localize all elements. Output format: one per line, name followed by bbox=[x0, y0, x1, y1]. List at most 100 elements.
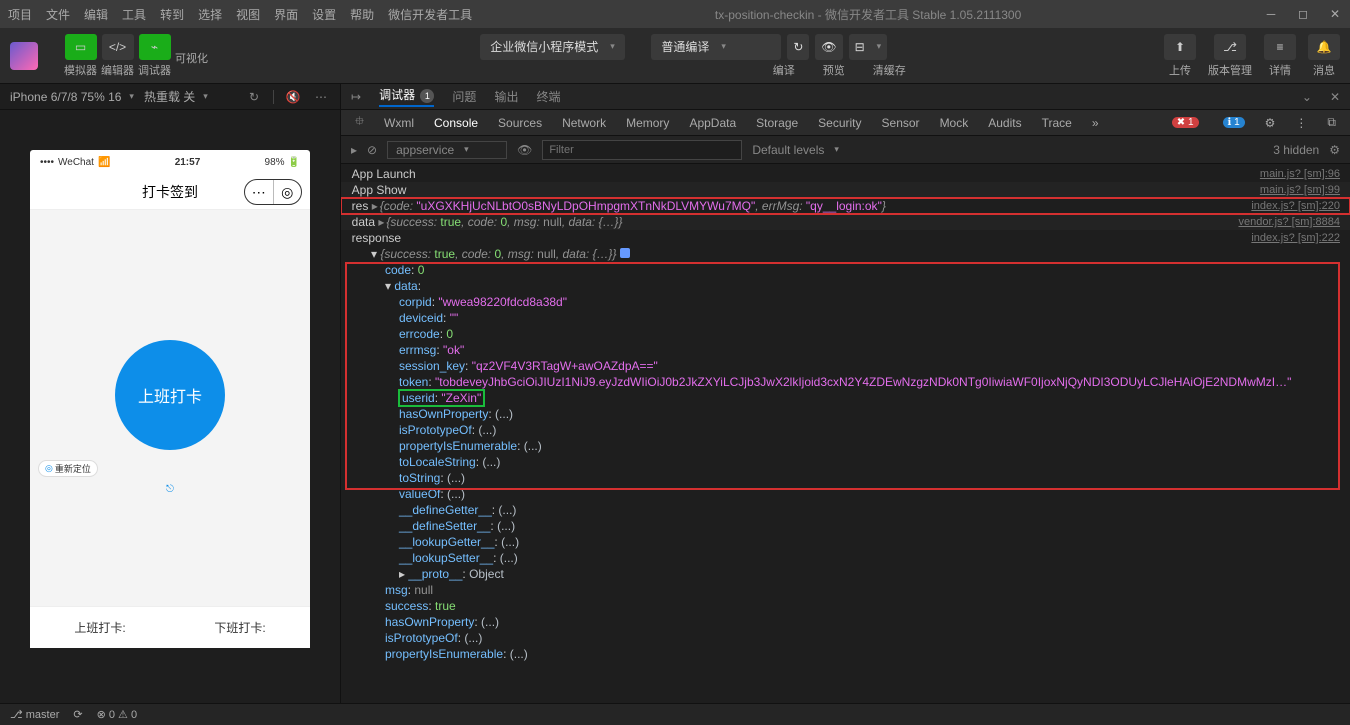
refresh-icon[interactable]: ↻ bbox=[245, 88, 263, 106]
device-select[interactable]: iPhone 6/7/8 75% 16 bbox=[10, 90, 134, 104]
tab-sensor[interactable]: Sensor bbox=[882, 116, 920, 130]
app-title: tx-position-checkin - 微信开发者工具 Stable 1.0… bbox=[472, 6, 1264, 23]
sync-icon[interactable]: ⟳ bbox=[73, 708, 82, 721]
simulator-button[interactable]: ▭模拟器 bbox=[64, 34, 97, 78]
mute-icon[interactable]: 🔇 bbox=[284, 88, 302, 106]
statusbar: ⎇ master ⟳ ⊗ 0 ⚠ 0 bbox=[0, 703, 1350, 725]
phone-time: 21:57 bbox=[110, 157, 264, 168]
tab-appdata[interactable]: AppData bbox=[689, 116, 736, 130]
menu-tool[interactable]: 工具 bbox=[122, 6, 146, 23]
menu-file[interactable]: 文件 bbox=[46, 6, 70, 23]
maximize-icon[interactable]: ◻ bbox=[1296, 7, 1310, 21]
phone-simulator: ••••WeChat📶 21:57 98%🔋 打卡签到 ⋯◎ ◎重新定位 上班打… bbox=[30, 150, 310, 648]
source-link[interactable]: main.js? [sm]:99 bbox=[1250, 182, 1340, 198]
carrier-label: WeChat bbox=[58, 157, 94, 168]
inspect-icon[interactable]: ⯐ bbox=[355, 112, 364, 133]
minimize-icon[interactable]: ─ bbox=[1264, 7, 1278, 21]
compile-button[interactable]: ↻ bbox=[787, 34, 809, 60]
capsule-more-icon[interactable]: ⋯ bbox=[245, 180, 274, 204]
error-warn-indicator[interactable]: ⊗ 0 ⚠ 0 bbox=[97, 708, 138, 721]
message-button[interactable]: 🔔消息 bbox=[1308, 34, 1340, 78]
menu-bar: 项目 文件 编辑 工具 转到 选择 视图 界面 设置 帮助 微信开发者工具 bbox=[8, 6, 472, 23]
main-toolbar: ▭模拟器 </>编辑器 ⌁调试器 可视化 企业微信小程序模式 普通编译 ↻ 👁 … bbox=[0, 28, 1350, 84]
tab-wxml[interactable]: Wxml bbox=[384, 116, 414, 130]
capsule-button[interactable]: ⋯◎ bbox=[244, 179, 302, 205]
app-logo bbox=[10, 42, 38, 70]
detail-button[interactable]: ≡详情 bbox=[1264, 34, 1296, 78]
kebab-icon[interactable]: ⋮ bbox=[1295, 116, 1307, 130]
panel-close-icon[interactable]: ✕ bbox=[1330, 90, 1340, 104]
version-button[interactable]: ⎇版本管理 bbox=[1208, 34, 1252, 78]
titlebar: 项目 文件 编辑 工具 转到 选择 视图 界面 设置 帮助 微信开发者工具 tx… bbox=[0, 0, 1350, 28]
tab-security[interactable]: Security bbox=[818, 116, 861, 130]
tab-debugger[interactable]: 调试器 1 bbox=[379, 86, 434, 107]
source-link[interactable]: index.js? [sm]:220 bbox=[1241, 198, 1340, 214]
clear-cache-button[interactable]: ⊟ bbox=[849, 34, 888, 60]
debugger-button[interactable]: ⌁调试器 bbox=[138, 34, 171, 78]
tab-mock[interactable]: Mock bbox=[940, 116, 969, 130]
tab-terminal[interactable]: 终端 bbox=[536, 88, 560, 105]
more-icon[interactable]: ⋯ bbox=[312, 88, 330, 106]
menu-settings[interactable]: 设置 bbox=[312, 6, 336, 23]
checkin-button[interactable]: 上班打卡 bbox=[115, 340, 225, 450]
chevron-down-icon[interactable]: ⌄ bbox=[1302, 90, 1312, 104]
relocate-chip[interactable]: ◎重新定位 bbox=[38, 460, 98, 477]
menu-view[interactable]: 视图 bbox=[236, 6, 260, 23]
simulator-panel: iPhone 6/7/8 75% 16 热重载 关 ↻ 🔇 ⋯ ••••WeCh… bbox=[0, 84, 340, 703]
target-icon: ◎ bbox=[45, 463, 53, 474]
tab-console[interactable]: Console bbox=[434, 116, 478, 130]
clear-console-icon[interactable]: ⊘ bbox=[367, 143, 377, 157]
editor-button[interactable]: </>编辑器 bbox=[101, 34, 134, 78]
close-icon[interactable]: ✕ bbox=[1328, 7, 1342, 21]
tab-problems[interactable]: 问题 bbox=[452, 88, 476, 105]
console-settings-icon[interactable]: ⚙ bbox=[1329, 143, 1340, 157]
compile-label: 编译 bbox=[773, 62, 795, 78]
gear-icon[interactable]: ⚙ bbox=[1265, 116, 1276, 130]
tab-output[interactable]: 输出 bbox=[494, 88, 518, 105]
context-select[interactable]: appservice bbox=[387, 141, 507, 159]
tab-audits[interactable]: Audits bbox=[988, 116, 1021, 130]
source-link[interactable]: index.js? [sm]:222 bbox=[1241, 230, 1340, 246]
tab-sources[interactable]: Sources bbox=[498, 116, 542, 130]
tab-memory[interactable]: Memory bbox=[626, 116, 669, 130]
preview-button[interactable]: 👁 bbox=[815, 34, 842, 60]
battery-pct: 98% bbox=[265, 157, 285, 168]
source-link[interactable]: main.js? [sm]:96 bbox=[1250, 166, 1340, 182]
visual-button[interactable]: 可视化 bbox=[175, 34, 208, 66]
userid-highlight: userid: "ZeXin" bbox=[399, 390, 484, 406]
menu-ui[interactable]: 界面 bbox=[274, 6, 298, 23]
mode-select[interactable]: 企业微信小程序模式 bbox=[480, 34, 625, 60]
filter-input[interactable] bbox=[542, 140, 742, 160]
source-link[interactable]: vendor.js? [sm]:8884 bbox=[1228, 214, 1340, 230]
tab-network[interactable]: Network bbox=[562, 116, 606, 130]
upload-button[interactable]: ⬆上传 bbox=[1164, 34, 1196, 78]
off-duty-label: 下班打卡: bbox=[214, 619, 265, 636]
overflow-icon[interactable]: » bbox=[1092, 116, 1099, 130]
battery-icon: 🔋 bbox=[288, 157, 300, 168]
preview-label: 预览 bbox=[823, 62, 845, 78]
menu-help[interactable]: 帮助 bbox=[350, 6, 374, 23]
console-output[interactable]: App Launchmain.js? [sm]:96 App Showmain.… bbox=[341, 164, 1350, 703]
res-log-row[interactable]: res ▸{code: "uXGXKHjUcNLbtO0sBNyLDpOHmpg… bbox=[341, 198, 1350, 214]
step-icon[interactable]: ↦ bbox=[351, 90, 361, 104]
tab-storage[interactable]: Storage bbox=[756, 116, 798, 130]
branch-indicator[interactable]: ⎇ master bbox=[10, 708, 59, 721]
menu-project[interactable]: 项目 bbox=[8, 6, 32, 23]
levels-select[interactable]: Default levels bbox=[752, 143, 839, 157]
hidden-count[interactable]: 3 hidden bbox=[1273, 143, 1319, 157]
menu-goto[interactable]: 转到 bbox=[160, 6, 184, 23]
menu-select[interactable]: 选择 bbox=[198, 6, 222, 23]
menu-edit[interactable]: 编辑 bbox=[84, 6, 108, 23]
eye-icon[interactable]: 👁 bbox=[517, 143, 532, 157]
hot-reload-select[interactable]: 热重载 关 bbox=[144, 88, 208, 105]
clear-label: 清缓存 bbox=[873, 62, 906, 78]
info-count-badge[interactable]: ℹ 1 bbox=[1223, 117, 1245, 128]
menu-devtool[interactable]: 微信开发者工具 bbox=[388, 6, 472, 23]
dock-icon[interactable]: ⧉ bbox=[1327, 115, 1336, 130]
tab-trace[interactable]: Trace bbox=[1042, 116, 1072, 130]
error-count-badge[interactable]: ✖ 1 bbox=[1172, 117, 1199, 128]
compile-select[interactable]: 普通编译 bbox=[651, 34, 781, 60]
toggle-sidebar-icon[interactable]: ▸ bbox=[351, 143, 357, 157]
devtools-panel: ↦ 调试器 1 问题 输出 终端 ⌄ ✕ ⯐ Wxml Console Sour… bbox=[340, 84, 1350, 703]
capsule-close-icon[interactable]: ◎ bbox=[274, 180, 302, 204]
